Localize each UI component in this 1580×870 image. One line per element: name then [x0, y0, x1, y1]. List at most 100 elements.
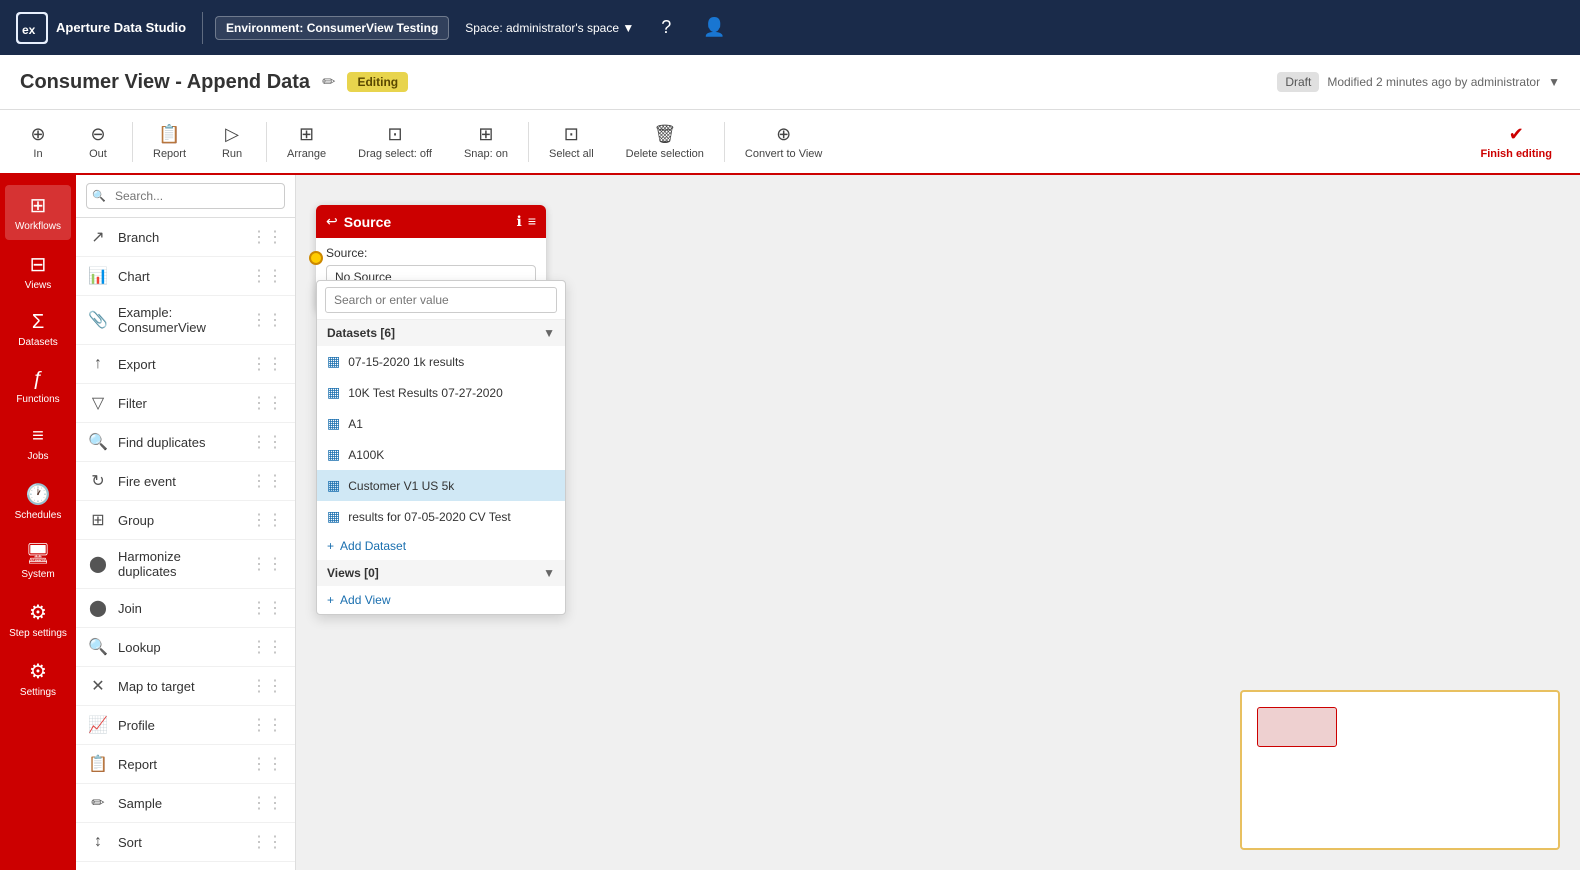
step-item-export[interactable]: ↑ Export ⋮⋮: [76, 345, 295, 384]
dataset-label-1: 10K Test Results 07-27-2020: [348, 386, 503, 400]
drag-handle-icon[interactable]: ⋮⋮: [251, 266, 283, 286]
step-label: Find duplicates: [118, 435, 241, 450]
export-icon: ↑: [88, 355, 108, 373]
title-right: Draft Modified 2 minutes ago by administ…: [1277, 72, 1560, 92]
datasets-header-label: Datasets [6]: [327, 326, 395, 340]
drag-handle-icon[interactable]: ⋮⋮: [251, 754, 283, 774]
sidebar-item-system[interactable]: 🖥 System: [5, 533, 71, 588]
canvas-area[interactable]: ↩ Source ℹ ≡ Source: No Source selected …: [296, 175, 1580, 870]
step-item-example-consumerview[interactable]: 📎 Example: ConsumerView ⋮⋮: [76, 296, 295, 345]
sidebar-item-schedules[interactable]: 🕐 Schedules: [5, 474, 71, 529]
dropdown-search-input[interactable]: [325, 287, 557, 313]
step-item-map-to-target[interactable]: ✕ Map to target ⋮⋮: [76, 667, 295, 706]
report-icon: 📋: [158, 124, 180, 145]
views-section-header[interactable]: Views [0] ▼: [317, 560, 565, 586]
workflows-icon: ⊞: [30, 193, 47, 218]
step-item-fire-event[interactable]: ↻ Fire event ⋮⋮: [76, 462, 295, 501]
step-label: Export: [118, 357, 241, 372]
snap-icon: ⊞: [478, 124, 493, 145]
drag-handle-icon[interactable]: ⋮⋮: [251, 715, 283, 735]
toolbar-snap-button[interactable]: ⊞ Snap: on: [448, 118, 524, 166]
toolbar-report-button[interactable]: 📋 Report: [137, 118, 202, 166]
step-item-branch[interactable]: ↗ Branch ⋮⋮: [76, 218, 295, 257]
toolbar-run-button[interactable]: ▷ Run: [202, 118, 262, 166]
step-item-chart[interactable]: 📊 Chart ⋮⋮: [76, 257, 295, 296]
sidebar-item-functions[interactable]: ƒ Functions: [5, 360, 71, 413]
dropdown-dataset-item-2[interactable]: ▦ A1: [317, 408, 565, 439]
drag-handle-icon[interactable]: ⋮⋮: [251, 471, 283, 491]
step-item-sort[interactable]: ↕ Sort ⋮⋮: [76, 823, 295, 862]
sidebar-item-datasets[interactable]: Σ Datasets: [5, 303, 71, 356]
dropdown-dataset-item-0[interactable]: ▦ 07-15-2020 1k results: [317, 346, 565, 377]
step-item-join[interactable]: ⬤ Join ⋮⋮: [76, 589, 295, 628]
step-item-sample[interactable]: ✏ Sample ⋮⋮: [76, 784, 295, 823]
step-item-filter[interactable]: ▽ Filter ⋮⋮: [76, 384, 295, 423]
dropdown-dataset-item-1[interactable]: ▦ 10K Test Results 07-27-2020: [317, 377, 565, 408]
drag-handle-icon[interactable]: ⋮⋮: [251, 310, 283, 330]
toolbar-in-button[interactable]: ⊕ In: [8, 118, 68, 166]
drag-handle-icon[interactable]: ⋮⋮: [251, 676, 283, 696]
example-icon: 📎: [88, 310, 108, 330]
source-menu-icon[interactable]: ≡: [528, 213, 536, 230]
sidebar-item-step-settings[interactable]: ⚙ Step settings: [5, 592, 71, 647]
step-item-source[interactable]: ↩ Source ⋮⋮: [76, 862, 295, 870]
step-item-report[interactable]: 📋 Report ⋮⋮: [76, 745, 295, 784]
sidebar-item-settings[interactable]: ⚙ Settings: [5, 651, 71, 706]
add-view-button[interactable]: + Add View: [317, 586, 565, 614]
drag-handle-icon[interactable]: ⋮⋮: [251, 432, 283, 452]
step-item-lookup[interactable]: 🔍 Lookup ⋮⋮: [76, 628, 295, 667]
drag-handle-icon[interactable]: ⋮⋮: [251, 598, 283, 618]
chart-icon: 📊: [88, 266, 108, 286]
sidebar-item-views[interactable]: ⊟ Views: [5, 244, 71, 299]
step-item-find-duplicates[interactable]: 🔍 Find duplicates ⋮⋮: [76, 423, 295, 462]
help-icon[interactable]: ?: [650, 12, 682, 44]
source-dropdown-menu: Datasets [6] ▼ ▦ 07-15-2020 1k results ▦…: [316, 280, 566, 615]
step-item-harmonize-duplicates[interactable]: ⬤ Harmonize duplicates ⋮⋮: [76, 540, 295, 589]
drag-handle-icon[interactable]: ⋮⋮: [251, 354, 283, 374]
steps-list: ↗ Branch ⋮⋮ 📊 Chart ⋮⋮ 📎 Example: Consum…: [76, 218, 295, 870]
datasets-expand-icon: ▼: [543, 326, 555, 340]
toolbar-arrange-button[interactable]: ⊞ Arrange: [271, 118, 342, 166]
toolbar-delete-selection-button[interactable]: 🗑 Delete selection: [610, 118, 720, 166]
add-view-plus-icon: +: [327, 593, 334, 607]
drag-handle-icon[interactable]: ⋮⋮: [251, 832, 283, 852]
source-info-icon[interactable]: ℹ: [517, 213, 522, 230]
dropdown-dataset-item-4[interactable]: ▦ Customer V1 US 5k: [317, 470, 565, 501]
drag-handle-icon[interactable]: ⋮⋮: [251, 793, 283, 813]
dataset-label-0: 07-15-2020 1k results: [348, 355, 464, 369]
step-label: Example: ConsumerView: [118, 305, 241, 335]
drag-handle-icon[interactable]: ⋮⋮: [251, 227, 283, 247]
toolbar-select-all-button[interactable]: ⊡ Select all: [533, 118, 610, 166]
step-item-group[interactable]: ⊞ Group ⋮⋮: [76, 501, 295, 540]
drag-handle-icon[interactable]: ⋮⋮: [251, 554, 283, 574]
toolbar-divider-1: [132, 122, 133, 162]
environment-label: Environment:: [226, 21, 303, 35]
title-bar: Consumer View - Append Data ✏ Editing Dr…: [0, 55, 1580, 110]
step-label: Chart: [118, 269, 241, 284]
sidebar-item-jobs[interactable]: ≡ Jobs: [5, 417, 71, 470]
datasets-section-header[interactable]: Datasets [6] ▼: [317, 320, 565, 346]
dropdown-dataset-item-5[interactable]: ▦ results for 07-05-2020 CV Test: [317, 501, 565, 532]
user-icon[interactable]: 👤: [698, 12, 730, 44]
step-item-profile[interactable]: 📈 Profile ⋮⋮: [76, 706, 295, 745]
drag-handle-icon[interactable]: ⋮⋮: [251, 637, 283, 657]
settings-icon: ⚙: [29, 659, 47, 684]
finish-editing-button[interactable]: ✔ Finish editing: [1461, 118, 1573, 166]
toolbar-convert-to-view-button[interactable]: ⊕ Convert to View: [729, 118, 838, 166]
space-selector[interactable]: Space: administrator's space ▼: [465, 21, 634, 35]
add-dataset-button[interactable]: + Add Dataset: [317, 532, 565, 560]
edit-title-icon[interactable]: ✏: [322, 72, 335, 92]
dropdown-dataset-item-3[interactable]: ▦ A100K: [317, 439, 565, 470]
drag-handle-icon[interactable]: ⋮⋮: [251, 393, 283, 413]
toolbar-out-button[interactable]: ⊖ Out: [68, 118, 128, 166]
search-input[interactable]: [86, 183, 285, 209]
system-icon: 🖥: [25, 541, 50, 566]
add-view-label: Add View: [340, 593, 390, 607]
sidebar-item-workflows[interactable]: ⊞ Workflows: [5, 185, 71, 240]
drag-handle-icon[interactable]: ⋮⋮: [251, 510, 283, 530]
dataset-icon-0: ▦: [327, 353, 340, 370]
dataset-icon-4: ▦: [327, 477, 340, 494]
views-expand-icon: ▼: [543, 566, 555, 580]
sample-icon: ✏: [88, 793, 108, 813]
toolbar-drag-select-button[interactable]: ⊡ Drag select: off: [342, 118, 448, 166]
